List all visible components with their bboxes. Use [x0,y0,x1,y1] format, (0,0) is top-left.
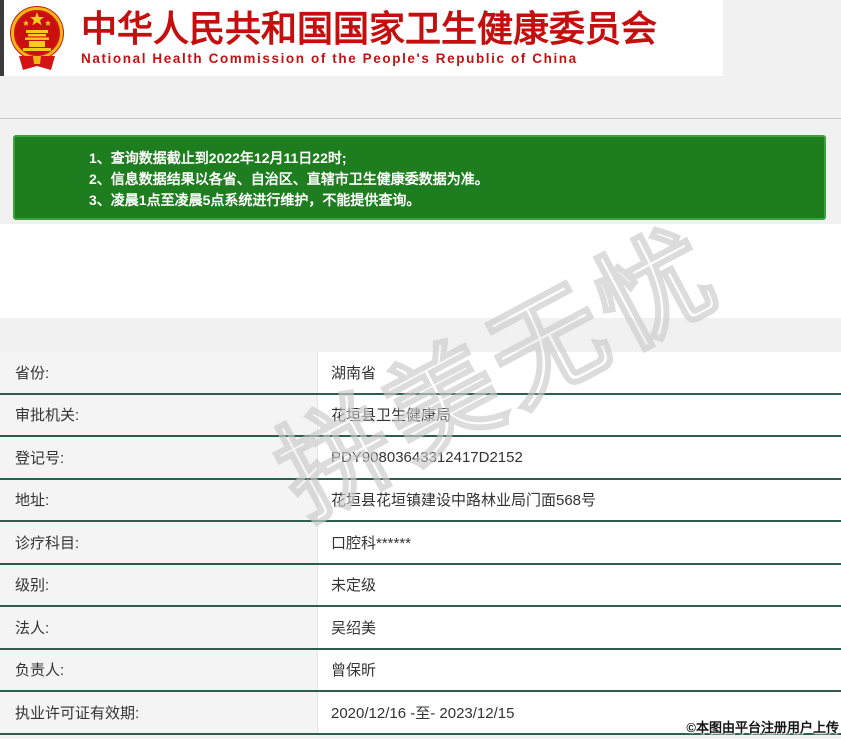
field-label: 级别: [0,564,317,605]
horizontal-divider [0,118,841,119]
field-label: 登记号: [0,437,317,478]
table-row: 诊疗科目: 口腔科****** [0,522,841,565]
site-title-chinese: 中华人民共和国国家卫生健康委员会 [81,8,658,49]
table-row: 审批机关: 花垣县卫生健康局 [0,394,841,437]
field-value: PDY90803643312417D2152 [317,437,841,478]
field-value: 曾保昕 [317,649,841,690]
table-row: 地址: 花垣县花垣镇建设中路林业局门面568号 [0,479,841,522]
table-row: 登记号: PDY90803643312417D2152 [0,437,841,480]
field-label: 法人: [0,607,317,648]
table-row: 级别: 未定级 [0,564,841,607]
site-header: 中华人民共和国国家卫生健康委员会 National Health Commiss… [0,0,723,76]
prc-national-emblem-icon [10,6,64,70]
field-value: 未定级 [317,564,841,605]
notice-line-2: 2、信息数据结果以各省、自治区、直辖市卫生健康委数据为准。 [89,171,489,187]
field-label: 负责人: [0,649,317,690]
photo-edge [0,0,4,76]
field-label: 地址: [0,479,317,520]
institution-detail-table: 省份: 湖南省 审批机关: 花垣县卫生健康局 登记号: PDY90803643312417… [0,352,841,735]
table-row: 省份: 湖南省 [0,352,841,395]
field-value: 湖南省 [317,352,841,393]
field-label: 诊疗科目: [0,522,317,563]
table-row: 法人: 吴绍美 [0,607,841,650]
field-value: 花垣县花垣镇建设中路林业局门面568号 [317,479,841,520]
notice-line-1: 1、查询数据截止到2022年12月11日22时; [89,150,347,166]
field-value: 口腔科****** [317,522,841,563]
notice-line-3: 3、凌晨1点至凌晨5点系统进行维护，不能提供查询。 [89,192,421,208]
field-label: 执业许可证有效期: [0,692,317,733]
site-title-english: National Health Commission of the People… [81,51,578,66]
result-title-section: 恒美口腔一诊所 [0,224,841,527]
field-label: 省份: [0,352,317,393]
field-value: 吴绍美 [317,607,841,648]
field-label: 审批机关: [0,394,317,435]
upload-attribution-stamp: ©本图由平台注册用户上传 [686,720,839,735]
header-titles: 中华人民共和国国家卫生健康委员会 National Health Commiss… [81,8,658,67]
query-notice-box: 1、查询数据截止到2022年12月11日22时; 2、信息数据结果以各省、自治区… [13,135,826,220]
table-row: 负责人: 曾保昕 [0,649,841,692]
field-value: 花垣县卫生健康局 [317,394,841,435]
